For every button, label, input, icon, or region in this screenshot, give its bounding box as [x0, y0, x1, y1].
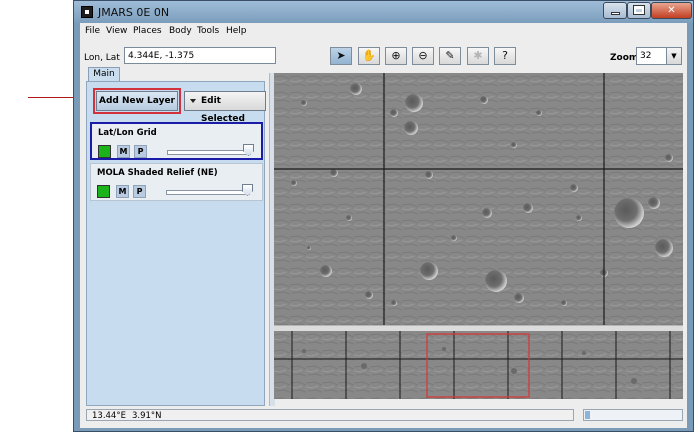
zoom-value: 32 — [640, 51, 652, 61]
hand-icon: ✋ — [362, 49, 376, 62]
layer-color-swatch[interactable] — [98, 145, 111, 158]
overview-map[interactable] — [274, 331, 683, 399]
maximize-button[interactable] — [627, 2, 651, 19]
menu-bar: File View Places Body Tools Help — [80, 23, 687, 41]
close-button[interactable]: ✕ — [651, 2, 692, 19]
status-bar: 13.44°E 3.91°N — [86, 409, 683, 423]
mars-terrain-map — [274, 73, 683, 325]
disabled-tool-button[interactable]: ✱ — [467, 47, 489, 65]
overview-terrain — [274, 331, 683, 399]
layer-item-mola-relief[interactable]: MOLA Shaded Relief (NE) M P — [90, 163, 263, 201]
pointer-icon: ➤ — [336, 49, 346, 62]
add-new-layer-button[interactable]: Add New Layer — [93, 88, 181, 114]
title-bar[interactable]: JMARS 0E 0N ✕ — [74, 1, 693, 23]
menu-help[interactable]: Help — [226, 26, 247, 36]
zoom-select[interactable]: 32 ▼ — [636, 47, 682, 65]
menu-file[interactable]: File — [85, 26, 100, 36]
star-icon: ✱ — [473, 49, 483, 62]
maximize-icon — [633, 5, 645, 15]
window-title: JMARS 0E 0N — [98, 6, 170, 19]
edit-selected-button[interactable]: Edit Selected — [184, 91, 266, 124]
chevron-down-icon[interactable]: ▼ — [666, 48, 681, 64]
menu-body[interactable]: Body — [169, 26, 192, 36]
info-query-button[interactable]: ? — [494, 47, 516, 65]
zoom-in-button[interactable]: ⊕ — [385, 47, 407, 65]
layer-p-button[interactable]: P — [133, 185, 146, 198]
layer-m-button[interactable]: M — [116, 185, 129, 198]
zoom-out-icon: ⊖ — [418, 49, 428, 62]
minimize-icon — [610, 12, 620, 15]
opacity-slider-track[interactable] — [166, 190, 250, 195]
layer-item-latlon-grid[interactable]: Lat/Lon Grid M P — [90, 122, 263, 160]
ruler-icon: ✎ — [445, 49, 455, 62]
layer-name: Lat/Lon Grid — [98, 128, 157, 138]
coordinate-display: 13.44°E 3.91°N — [86, 409, 574, 421]
layer-m-button[interactable]: M — [117, 145, 130, 158]
layer-color-swatch[interactable] — [97, 185, 110, 198]
status-lon: 13.44°E — [92, 411, 126, 421]
progress-bar — [583, 409, 683, 421]
toolbar: Lon, Lat ➤ ✋ ⊕ ⊖ ✎ ✱ ? Zoom: 32 ▼ — [80, 45, 687, 69]
zoom-out-button[interactable]: ⊖ — [412, 47, 434, 65]
main-map-view[interactable] — [274, 73, 683, 325]
lonlat-input[interactable] — [124, 47, 276, 64]
measure-tool-button[interactable]: ✎ — [439, 47, 461, 65]
tab-main[interactable]: Main — [88, 67, 120, 82]
select-tool-button[interactable]: ➤ — [330, 47, 352, 65]
client-area: File View Places Body Tools Help Lon, La… — [80, 23, 687, 428]
progress-fill — [585, 411, 590, 419]
query-icon: ? — [502, 49, 508, 62]
status-lat: 3.91°N — [132, 411, 162, 421]
menu-tools[interactable]: Tools — [197, 26, 219, 36]
menu-view[interactable]: View — [106, 26, 127, 36]
opacity-slider-track[interactable] — [167, 150, 251, 155]
layer-panel: Add New Layer Edit Selected Lat/Lon Grid… — [86, 81, 266, 406]
zoom-in-icon: ⊕ — [391, 49, 401, 62]
close-icon: ✕ — [667, 5, 676, 16]
minimize-button[interactable] — [603, 2, 627, 19]
lonlat-label: Lon, Lat — [84, 53, 120, 63]
menu-places[interactable]: Places — [133, 26, 162, 36]
app-icon — [81, 6, 93, 18]
app-window: JMARS 0E 0N ✕ File View Places Body Tool… — [73, 0, 694, 432]
layer-name: MOLA Shaded Relief (NE) — [97, 168, 218, 178]
dropdown-triangle-icon — [190, 99, 196, 103]
layer-p-button[interactable]: P — [134, 145, 147, 158]
pan-tool-button[interactable]: ✋ — [358, 47, 380, 65]
